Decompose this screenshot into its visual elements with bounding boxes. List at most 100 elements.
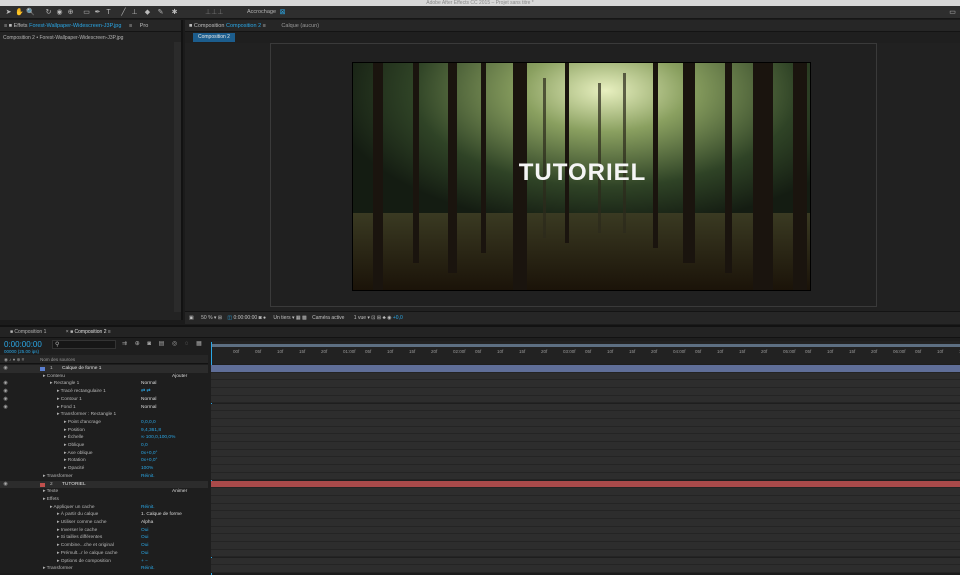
timeline-track[interactable] — [211, 403, 960, 412]
property-row[interactable]: ▸ Options de composition + − — [0, 558, 208, 566]
tab-composition-1[interactable]: Composition 1 — [14, 329, 46, 335]
row-value[interactable]: Réinit. — [141, 504, 155, 512]
row-value[interactable]: Réinit. — [141, 565, 155, 573]
row-value[interactable]: Oui — [141, 534, 148, 542]
camera-tool-icon[interactable]: ◉ — [55, 8, 64, 17]
timeline-track[interactable] — [211, 465, 960, 473]
effects-tab-label[interactable]: Effets — [14, 23, 28, 29]
row-value[interactable]: 9,4,361,8 — [141, 427, 161, 435]
property-row[interactable]: ◉ ▸ Rectangle 1 Normal — [0, 380, 208, 388]
row-value[interactable]: Normal — [141, 396, 156, 404]
property-row[interactable]: ▸ Transformer Réinit. — [0, 473, 208, 481]
timeline-track[interactable] — [211, 549, 960, 558]
row-value[interactable]: Normal — [141, 380, 156, 388]
property-row[interactable]: ▸ Transformer Réinit. — [0, 565, 208, 573]
timecode-display[interactable]: 0:00:00:00 — [234, 315, 258, 321]
visibility-eye-icon[interactable]: ◉ — [2, 365, 9, 373]
composition-tab-prefix[interactable]: Composition — [194, 23, 225, 29]
timeline-track[interactable] — [211, 457, 960, 466]
property-row[interactable]: ▸ Combine...che et original Oui — [0, 542, 208, 550]
label-color-swatch[interactable] — [40, 367, 45, 371]
timeline-track[interactable] — [211, 442, 960, 450]
row-value[interactable]: ⇄ ⇄ — [141, 388, 150, 396]
composition-tab-name[interactable]: Composition 2 — [226, 23, 261, 29]
work-area-bar[interactable] — [211, 344, 960, 347]
visibility-eye-icon[interactable]: ◉ — [2, 396, 9, 404]
timeline-track[interactable] — [211, 365, 960, 373]
row-value[interactable]: Réinit. — [141, 473, 155, 481]
source-name-header[interactable]: Nom des sources — [40, 357, 75, 362]
grid-icon[interactable]: ▾ ⊞ — [214, 315, 222, 321]
row-value[interactable]: 0,0,0,0 — [141, 419, 156, 427]
timeline-track[interactable] — [211, 557, 960, 566]
property-row[interactable]: ▸ À partir du calque 1. Calque de forme — [0, 511, 208, 519]
composition-subtab[interactable]: Composition 2 — [193, 33, 235, 42]
row-value[interactable]: Oui — [141, 550, 148, 558]
timeline-track[interactable] — [211, 388, 960, 396]
panel-menu-icon[interactable]: ≡ ■ — [4, 23, 12, 29]
timeline-track[interactable] — [211, 480, 960, 489]
layer-row[interactable]: ◉ 1 Calque de forme 1 — [0, 365, 208, 373]
visibility-eye-icon[interactable]: ◉ — [2, 388, 9, 396]
camera-dropdown[interactable]: Caméra active — [312, 315, 344, 321]
row-value[interactable]: + − — [141, 558, 148, 566]
scrollbar[interactable] — [174, 42, 181, 312]
close-icon[interactable]: ≡ — [129, 23, 132, 29]
timeline-track[interactable] — [211, 534, 960, 543]
workspace-icon[interactable]: ▭ — [948, 8, 957, 17]
timeline-track[interactable] — [211, 380, 960, 389]
property-row[interactable]: ◉ ▸ Fond 1 Normal — [0, 404, 208, 412]
zoom-dropdown[interactable]: 50 % — [201, 315, 212, 321]
row-value[interactable]: Oui — [141, 527, 148, 535]
snap-icon[interactable]: ⊠ — [278, 8, 287, 17]
property-row[interactable]: ▸ Point d'ancrage 0,0,0,0 — [0, 419, 208, 427]
property-row[interactable]: ▸ Utiliser comme cache Alpha — [0, 519, 208, 527]
row-value[interactable]: 100% — [141, 465, 153, 473]
property-row[interactable]: ▸ Échelle ∞ 100,0,100,0% — [0, 434, 208, 442]
selection-tool-icon[interactable]: ➤ — [4, 8, 13, 17]
rotate-tool-icon[interactable]: ↻ — [44, 8, 53, 17]
effects-tab-file[interactable]: Forest-Wallpaper-Widescreen-J3P.jpg — [29, 23, 121, 29]
timeline-track[interactable] — [211, 449, 960, 458]
layer-row[interactable]: ◉ 2 TUTORIEL — [0, 480, 208, 489]
search-input[interactable]: ⚲ — [52, 340, 116, 349]
property-row[interactable]: ▸ Oblique 0,0 — [0, 442, 208, 450]
timeline-track[interactable] — [211, 418, 960, 427]
property-row[interactable]: ▸ Transformer : Rectangle 1 — [0, 411, 208, 419]
snapshot-icon[interactable]: ◫ — [227, 315, 232, 321]
row-value[interactable]: Oui — [141, 542, 148, 550]
visibility-eye-icon[interactable]: ◉ — [2, 404, 9, 412]
property-row[interactable]: ▸ Prémult...r le calque cache Oui — [0, 550, 208, 558]
camera-icon[interactable]: ◙ ● — [259, 315, 266, 321]
timeline-track[interactable] — [211, 472, 960, 481]
timeline-track[interactable] — [211, 372, 960, 381]
timeline-track[interactable] — [211, 426, 960, 435]
row-value[interactable]: ∞ 100,0,100,0% — [141, 434, 175, 442]
property-row[interactable]: ▸ Rotation 0x+0,0° — [0, 457, 208, 465]
always-preview-icon[interactable]: ▣ — [189, 315, 194, 321]
text-tool-icon[interactable]: T — [104, 8, 113, 17]
rectangle-tool-icon[interactable]: ▭ — [82, 8, 91, 17]
time-ruler[interactable]: 00f 05f 10f 15f 20f 01:00f 05f 10f 15f 20f 02:00f 0… — [211, 341, 960, 364]
row-value[interactable]: Ajouter — [172, 373, 187, 381]
row-value[interactable]: 1. Calque de forme — [141, 511, 182, 519]
timeline-track[interactable] — [211, 526, 960, 535]
layer-tab[interactable]: Calque (aucun) — [281, 23, 319, 29]
property-row[interactable]: ◉ ▸ Contour 1 Normal — [0, 396, 208, 404]
row-value[interactable]: Normal — [141, 404, 156, 412]
row-value[interactable]: 0x+0,0° — [141, 450, 157, 458]
view-options-icon[interactable]: ▾ ⊡ ⊞ ♣ ◉ — [367, 315, 391, 321]
eraser-tool-icon[interactable]: ◆ — [143, 8, 152, 17]
close-icon[interactable]: × ■ — [66, 329, 73, 335]
row-value[interactable]: 0,0 — [141, 442, 148, 450]
brush-tool-icon[interactable]: ╱ — [119, 8, 128, 17]
row-value[interactable]: Animer — [172, 488, 187, 496]
timeline-track[interactable] — [211, 395, 960, 404]
property-row[interactable]: ▸ Inverser le cache Oui — [0, 527, 208, 535]
timeline-track[interactable] — [211, 495, 960, 504]
row-value[interactable]: 0x+0,0° — [141, 457, 157, 465]
property-row[interactable]: ▸ Opacité 100% — [0, 465, 208, 473]
exposure-value[interactable]: +0,0 — [393, 315, 403, 321]
timeline-track[interactable] — [211, 519, 960, 527]
property-row[interactable]: ▸ Effets — [0, 496, 208, 504]
